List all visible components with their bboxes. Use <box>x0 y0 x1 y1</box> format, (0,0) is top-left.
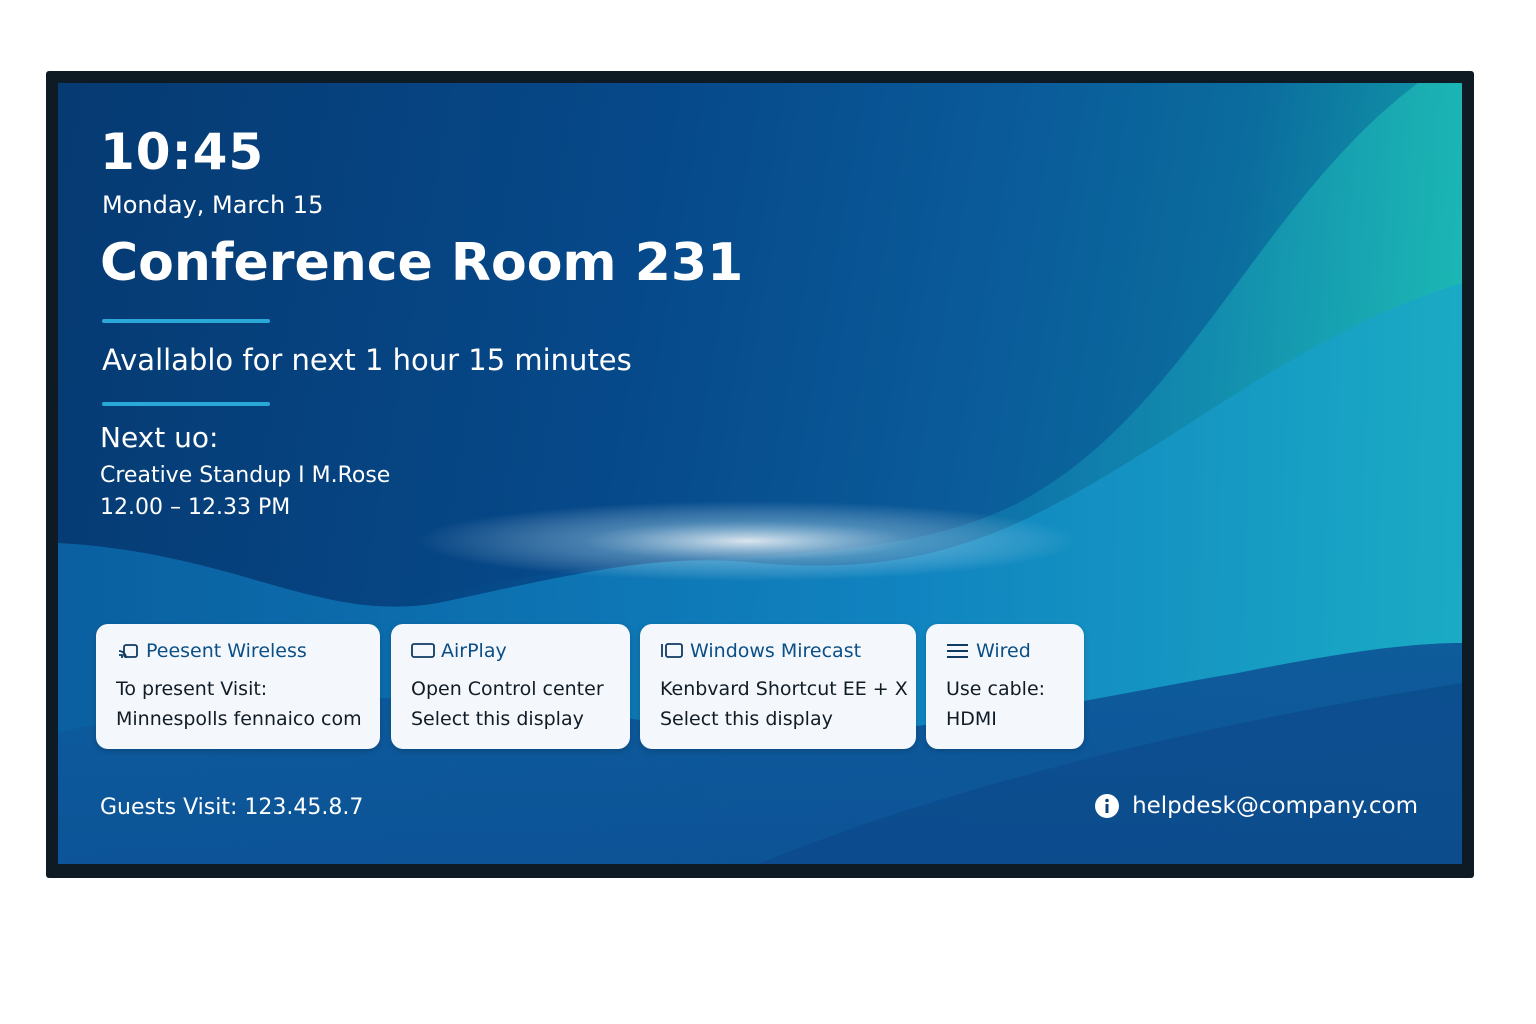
window-icon <box>660 641 684 661</box>
clock-time: 10:45 <box>100 123 265 181</box>
card-title: Wired <box>976 640 1031 662</box>
card-line-2: Minnespolls fennaico com <box>116 708 362 730</box>
card-wired[interactable]: Wired Use cable: HDMI <box>926 624 1084 749</box>
room-name: Conference Room 231 <box>100 233 744 293</box>
card-line-1: Kenbvard Shortcut EE + X <box>660 678 908 700</box>
availability-status: Avallablo for next 1 hour 15 minutes <box>102 343 632 377</box>
menu-lines-icon <box>946 641 970 661</box>
info-icon <box>1095 794 1120 818</box>
display-icon <box>411 641 435 661</box>
divider-top <box>102 319 270 323</box>
card-airplay[interactable]: AirPlay Open Control center Select this … <box>391 624 630 749</box>
card-line-2: Select this display <box>411 708 584 730</box>
helpdesk-email[interactable]: helpdesk@company.com <box>1132 793 1418 819</box>
card-present-wireless[interactable]: Peesent Wireless To present Visit: Minne… <box>96 624 380 749</box>
card-line-1: Open Control center <box>411 678 604 700</box>
next-up-label: Next uo: <box>100 421 219 454</box>
next-meeting-time: 12.00 – 12.33 PM <box>100 495 291 520</box>
helpdesk-contact[interactable]: helpdesk@company.com <box>1094 793 1418 819</box>
card-header: Wired <box>946 640 1084 662</box>
next-meeting-title: Creative Standup I M.Rose <box>100 463 391 488</box>
current-date: Monday, March 15 <box>102 191 324 219</box>
display-bezel: 10:45 Monday, March 15 Conference Room 2… <box>46 71 1474 878</box>
card-title: Windows Mirecast <box>690 640 862 662</box>
card-title: Peesent Wireless <box>146 640 307 662</box>
card-header: Windows Mirecast <box>660 640 916 662</box>
card-line-1: To present Visit: <box>116 678 268 700</box>
cast-icon <box>116 641 140 661</box>
card-windows-miracast[interactable]: Windows Mirecast Kenbvard Shortcut EE + … <box>640 624 916 749</box>
card-line-1: Use cable: <box>946 678 1046 700</box>
card-line-2: Select this display <box>660 708 833 730</box>
card-title: AirPlay <box>441 640 507 662</box>
card-header: Peesent Wireless <box>116 640 380 662</box>
card-header: AirPlay <box>411 640 630 662</box>
divider-bottom <box>102 402 270 406</box>
guest-wifi-info: Guests Visit: 123.45.8.7 <box>100 795 364 820</box>
card-line-2: HDMI <box>946 708 997 730</box>
display-screen: 10:45 Monday, March 15 Conference Room 2… <box>58 83 1462 864</box>
